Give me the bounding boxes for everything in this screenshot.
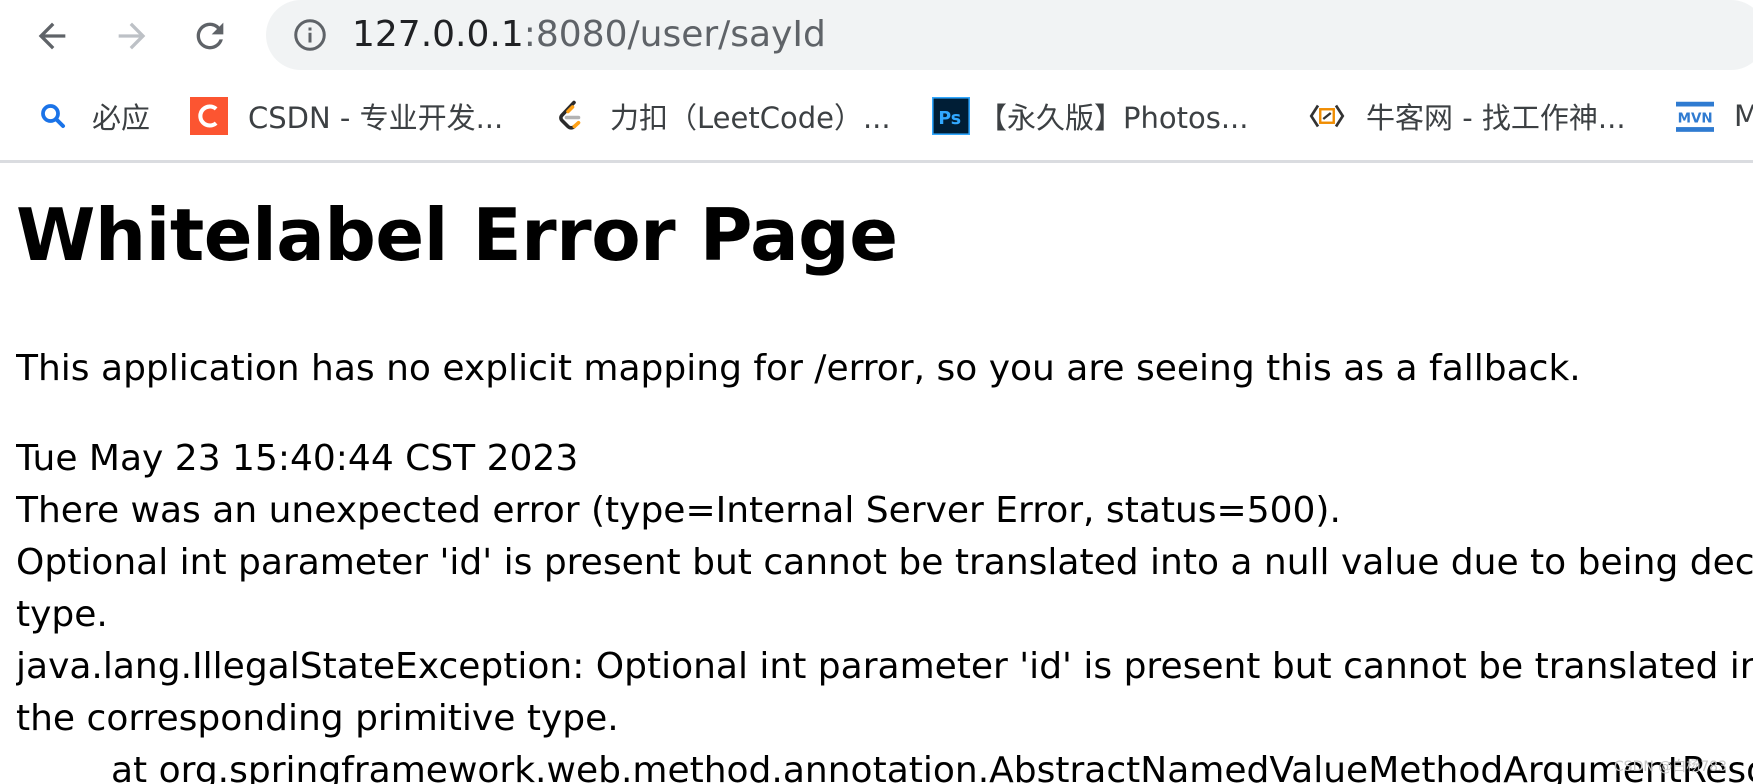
bing-search-icon xyxy=(34,97,72,135)
svg-text:Ps: Ps xyxy=(938,109,961,129)
url-path: :8080/user/sayId xyxy=(523,14,826,55)
csdn-icon xyxy=(190,97,228,135)
bookmark-label: CSDN - 专业开发... xyxy=(248,101,504,135)
exception-message: java.lang.IllegalStateException: Optiona… xyxy=(16,646,1753,687)
browser-toolbar: 127.0.0.1:8080/user/sayId xyxy=(0,0,1753,72)
error-message-continued: type. xyxy=(16,594,108,635)
exception-message-continued: the corresponding primitive type. xyxy=(16,698,619,739)
leetcode-icon xyxy=(552,97,590,135)
bookmark-nowcoder[interactable]: 牛客网 - 找工作神... xyxy=(1308,92,1626,140)
bookmark-leetcode[interactable]: 力扣（LeetCode）... xyxy=(552,92,891,140)
mvn-icon: MVN xyxy=(1676,97,1714,135)
back-button[interactable] xyxy=(28,12,76,60)
reload-button[interactable] xyxy=(186,12,234,60)
arrow-right-icon xyxy=(118,22,146,50)
bookmark-csdn[interactable]: CSDN - 专业开发... xyxy=(190,92,503,140)
reload-icon xyxy=(196,22,224,50)
forward-button[interactable] xyxy=(108,12,156,60)
bookmark-label: M xyxy=(1734,99,1753,133)
watermark: CSDN @白杨783 xyxy=(1613,759,1727,775)
nowcoder-icon xyxy=(1308,97,1346,135)
bookmark-photoshop[interactable]: Ps 【永久版】Photos... xyxy=(932,92,1249,140)
page-content: Whitelabel Error Page This application h… xyxy=(16,163,1753,784)
photoshop-icon: Ps xyxy=(932,97,970,135)
bookmark-mvn[interactable]: MVN M xyxy=(1676,92,1753,140)
url-host: 127.0.0.1 xyxy=(352,14,524,55)
svg-text:MVN: MVN xyxy=(1678,111,1713,126)
bookmark-label: 牛客网 - 找工作神... xyxy=(1366,101,1626,135)
bookmarks-bar: 必应 CSDN - 专业开发... 力扣（LeetCode）... Ps 【永久… xyxy=(0,80,1753,160)
bookmark-label: 【永久版】Photos... xyxy=(978,101,1249,135)
url-text[interactable]: 127.0.0.1:8080/user/sayId xyxy=(352,12,826,58)
stack-trace-line: at org.springframework.web.method.annota… xyxy=(111,750,1753,784)
bookmark-label: 力扣（LeetCode）... xyxy=(610,101,891,135)
error-message: Optional int parameter 'id' is present b… xyxy=(16,542,1753,583)
error-type: There was an unexpected error (type=Inte… xyxy=(16,490,1341,531)
bookmark-bing[interactable]: 必应 xyxy=(34,92,150,140)
page-title: Whitelabel Error Page xyxy=(16,193,898,277)
error-timestamp: Tue May 23 15:40:44 CST 2023 xyxy=(16,438,579,479)
fallback-message: This application has no explicit mapping… xyxy=(16,348,1581,389)
site-info-icon[interactable] xyxy=(292,17,328,53)
arrow-left-icon xyxy=(38,22,66,50)
bookmark-label: 必应 xyxy=(92,101,151,135)
address-bar[interactable]: 127.0.0.1:8080/user/sayId xyxy=(266,0,1753,70)
